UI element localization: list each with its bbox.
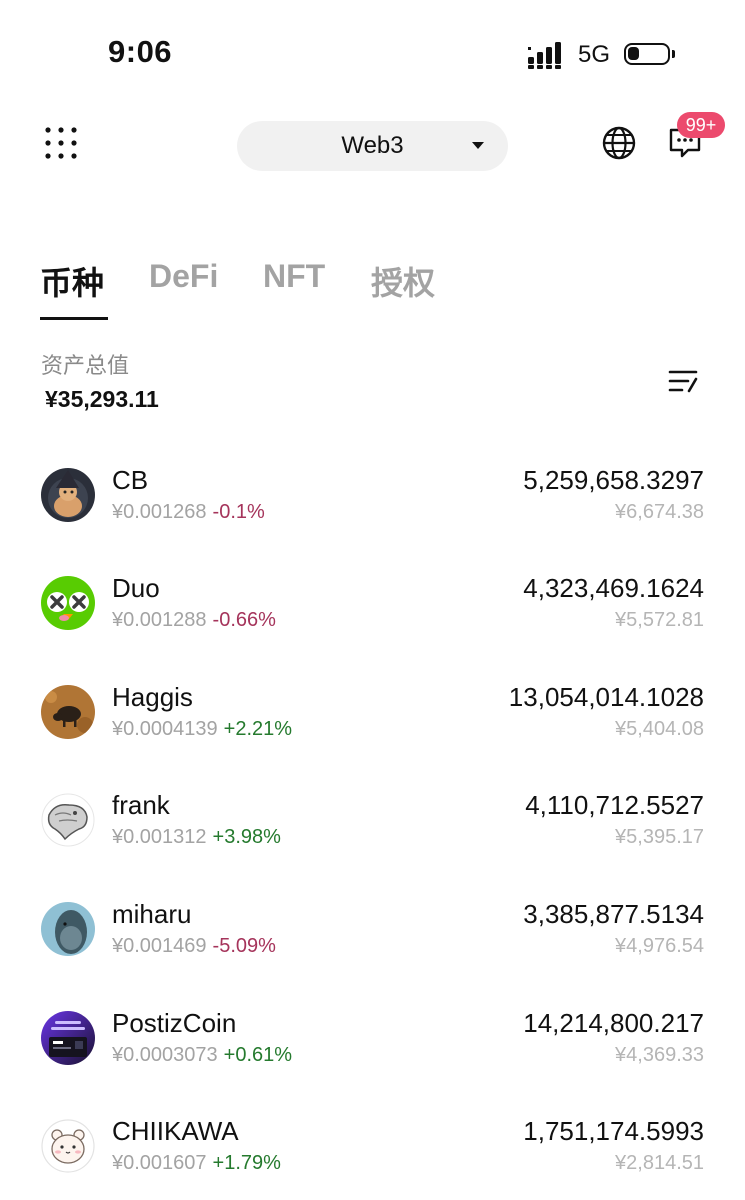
total-assets-value: ¥35,293.11 [45, 386, 159, 412]
network-type: 5G [578, 41, 611, 68]
bear-avatar-icon [41, 1119, 95, 1173]
token-row[interactable]: miharu ¥0.001469 -5.09% 3,385,877.5134 ¥4… [0, 874, 745, 982]
boar-avatar-icon [41, 685, 95, 739]
token-row[interactable]: frank ¥0.001312 +3.98% 4,110,712.5527 ¥5,… [0, 765, 745, 873]
asset-tabs: 币种 DeFi NFT 授权 [40, 258, 700, 322]
owl-avatar-icon [41, 576, 95, 630]
token-value: ¥4,369.33 [615, 1044, 704, 1066]
token-price: ¥0.0004139 [112, 718, 218, 740]
chevron-down-icon [472, 142, 484, 149]
token-amount: 3,385,877.5134 [523, 899, 704, 929]
sculpture-avatar-icon [41, 793, 95, 847]
token-name: CB [112, 465, 149, 495]
token-change: -5.09% [212, 935, 276, 957]
token-name: CHIIKAWA [112, 1116, 239, 1146]
globe-icon[interactable] [602, 126, 636, 160]
token-change: -0.1% [212, 501, 265, 523]
token-name: miharu [112, 899, 192, 929]
token-price: ¥0.001312 [112, 826, 207, 848]
token-amount: 5,259,658.3297 [523, 465, 704, 495]
token-price-line: ¥0.001312 +3.98% [112, 826, 281, 849]
top-nav: Web3 [0, 100, 745, 190]
status-bar: 9:06 5G [0, 0, 745, 100]
tab-tokens[interactable]: 币种 [40, 258, 104, 304]
token-name: frank [112, 790, 170, 820]
app-avatar-icon [41, 1011, 95, 1065]
token-change: +2.21% [223, 718, 293, 740]
token-value: ¥5,404.08 [615, 718, 704, 740]
token-change: +0.61% [223, 1044, 293, 1066]
signal-icon [528, 42, 561, 69]
token-value: ¥5,572.81 [615, 609, 704, 631]
active-tab-indicator [40, 317, 108, 320]
battery-level [628, 47, 639, 60]
token-price-line: ¥0.001607 +1.79% [112, 1152, 281, 1175]
token-price: ¥0.001288 [112, 609, 207, 631]
token-value: ¥5,395.17 [615, 826, 704, 848]
token-name: PostizCoin [112, 1008, 237, 1038]
token-row[interactable]: PostizCoin ¥0.0003073 +0.61% 14,214,800.2… [0, 983, 745, 1091]
token-amount: 14,214,800.217 [523, 1008, 704, 1038]
battery-cap [672, 50, 675, 58]
token-value: ¥2,814.51 [615, 1152, 704, 1174]
token-change: +3.98% [212, 826, 281, 848]
token-row[interactable]: Haggis ¥0.0004139 +2.21% 13,054,014.1028 … [0, 657, 745, 765]
network-selector-label: Web3 [341, 132, 404, 159]
token-price-line: ¥0.001288 -0.66% [112, 609, 276, 632]
token-price: ¥0.001469 [112, 935, 207, 957]
tab-nft[interactable]: NFT [263, 258, 325, 295]
sort-list-icon[interactable] [668, 368, 700, 396]
token-name: Duo [112, 573, 160, 603]
token-row[interactable]: Duo ¥0.001288 -0.66% 4,323,469.1624 ¥5,57… [0, 548, 745, 656]
token-change: +1.79% [212, 1152, 281, 1174]
token-value: ¥4,976.54 [615, 935, 704, 957]
notification-badge: 99+ [677, 112, 725, 138]
battery-icon [624, 43, 670, 65]
token-value: ¥6,674.38 [615, 501, 704, 523]
token-change: -0.66% [212, 609, 276, 631]
wallet-screen: 9:06 5G Web3 99+ 币种 DeFi NFT 授权 资产总值 ¥35… [0, 0, 745, 1200]
token-row[interactable]: CB ¥0.001268 -0.1% 5,259,658.3297 ¥6,674.… [0, 440, 745, 548]
fish-avatar-icon [41, 902, 95, 956]
token-amount: 4,110,712.5527 [525, 790, 704, 820]
wizard-avatar-icon [41, 468, 95, 522]
network-selector[interactable]: Web3 [237, 121, 508, 171]
status-time: 9:06 [108, 34, 173, 69]
token-amount: 13,054,014.1028 [508, 682, 704, 712]
token-row[interactable]: CHIIKAWA ¥0.001607 +1.79% 1,751,174.5993 … [0, 1091, 745, 1199]
token-price: ¥0.001607 [112, 1152, 207, 1174]
total-assets-label: 资产总值 [41, 353, 130, 378]
token-amount: 4,323,469.1624 [523, 573, 704, 603]
token-price: ¥0.001268 [112, 501, 207, 523]
token-price-line: ¥0.001268 -0.1% [112, 501, 265, 524]
tab-approvals[interactable]: 授权 [371, 258, 435, 304]
token-price-line: ¥0.001469 -5.09% [112, 935, 276, 958]
token-amount: 1,751,174.5993 [523, 1116, 704, 1146]
tab-defi[interactable]: DeFi [149, 258, 218, 295]
token-price-line: ¥0.0004139 +2.21% [112, 718, 292, 741]
grid-menu-icon[interactable] [44, 126, 78, 160]
token-price-line: ¥0.0003073 +0.61% [112, 1044, 292, 1067]
token-name: Haggis [112, 682, 193, 712]
token-price: ¥0.0003073 [112, 1044, 218, 1066]
